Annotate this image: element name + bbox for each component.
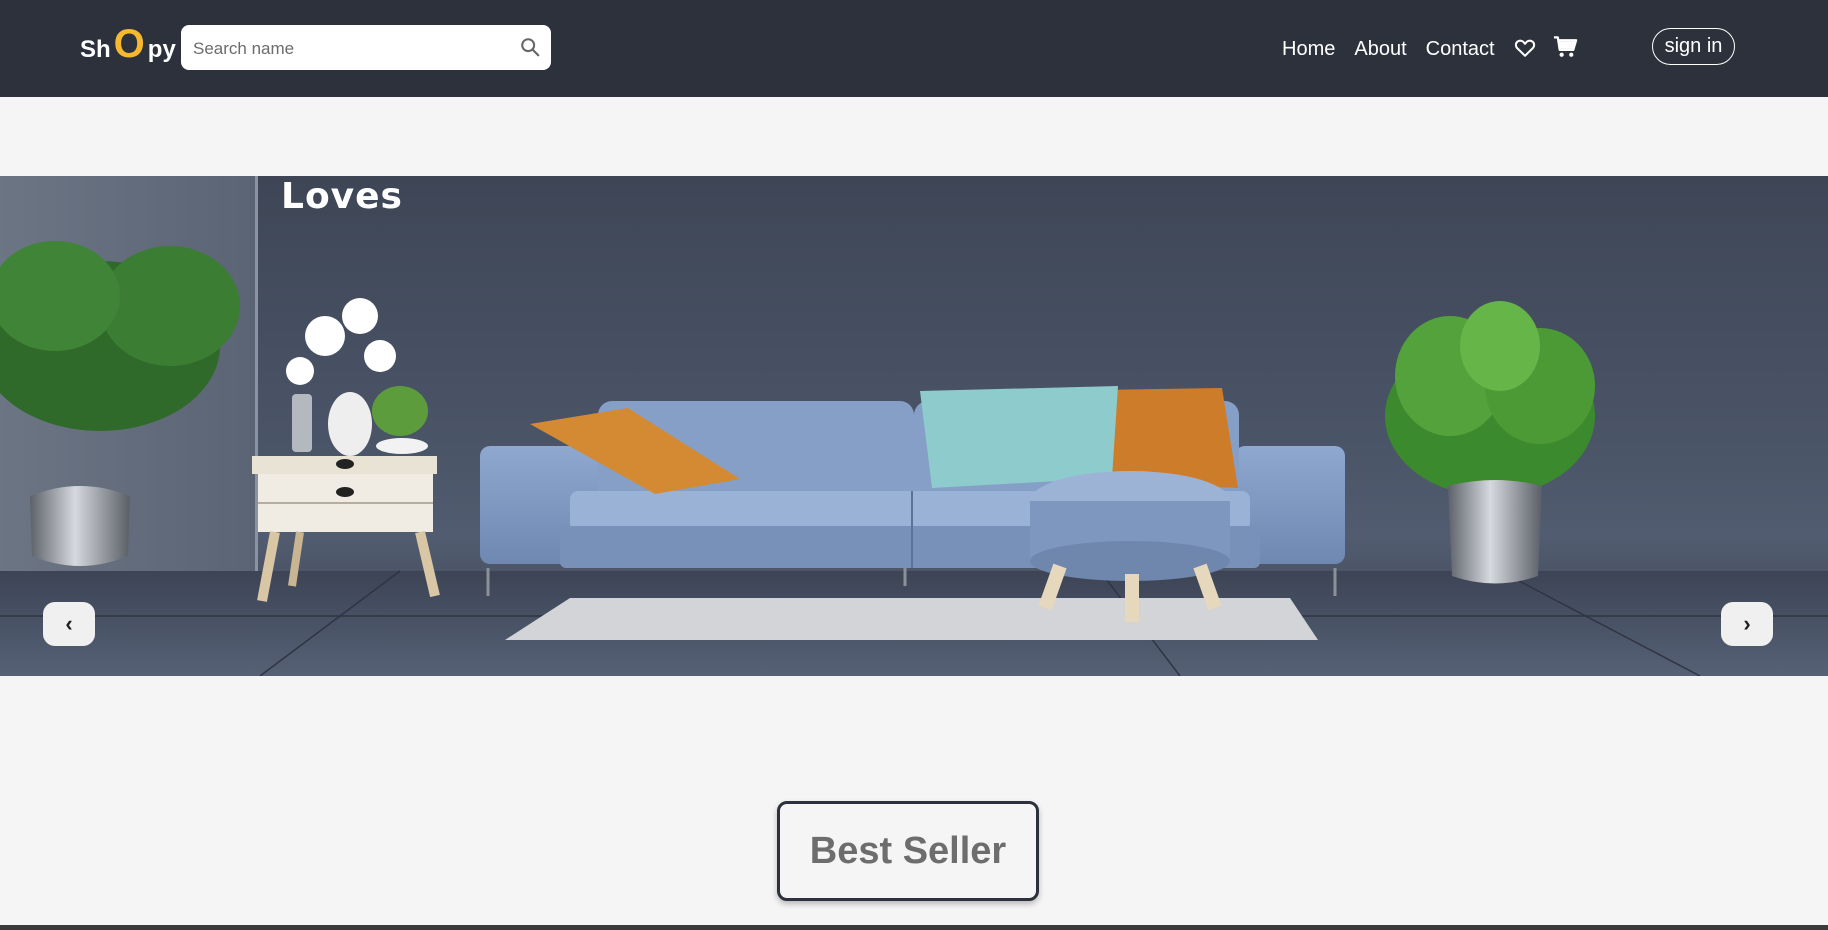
- bottom-divider: [0, 925, 1828, 930]
- top-navbar: ShOpy Home About Contact sign in: [0, 0, 1828, 97]
- cart-icon[interactable]: [1553, 35, 1578, 59]
- shopy-logo[interactable]: ShO py: [80, 22, 176, 72]
- best-seller-heading: Best Seller: [777, 801, 1039, 901]
- hero-carousel: Loves ‹ ›: [0, 176, 1828, 676]
- hero-caption: Loves: [281, 176, 403, 217]
- chevron-left-icon: ‹: [65, 611, 73, 636]
- search-box: [181, 25, 551, 72]
- sign-in-button[interactable]: sign in: [1652, 28, 1735, 65]
- search-icon[interactable]: [519, 36, 541, 58]
- chevron-right-icon: ›: [1743, 611, 1751, 636]
- heart-icon[interactable]: [1514, 37, 1536, 59]
- carousel-next-button[interactable]: ›: [1721, 602, 1773, 646]
- nav-link-home[interactable]: Home: [1282, 38, 1335, 61]
- nav-link-about[interactable]: About: [1354, 38, 1406, 61]
- nav-link-contact[interactable]: Contact: [1426, 38, 1495, 61]
- logo-prefix: Sh: [80, 36, 111, 63]
- search-input[interactable]: [191, 25, 505, 72]
- logo-suffix: py: [147, 36, 176, 63]
- logo-highlight: O: [113, 22, 145, 66]
- carousel-prev-button[interactable]: ‹: [43, 602, 95, 646]
- best-seller-title: Best Seller: [809, 829, 1007, 872]
- nav-links: Home About Contact: [1282, 36, 1514, 62]
- hero-image: [0, 176, 1828, 676]
